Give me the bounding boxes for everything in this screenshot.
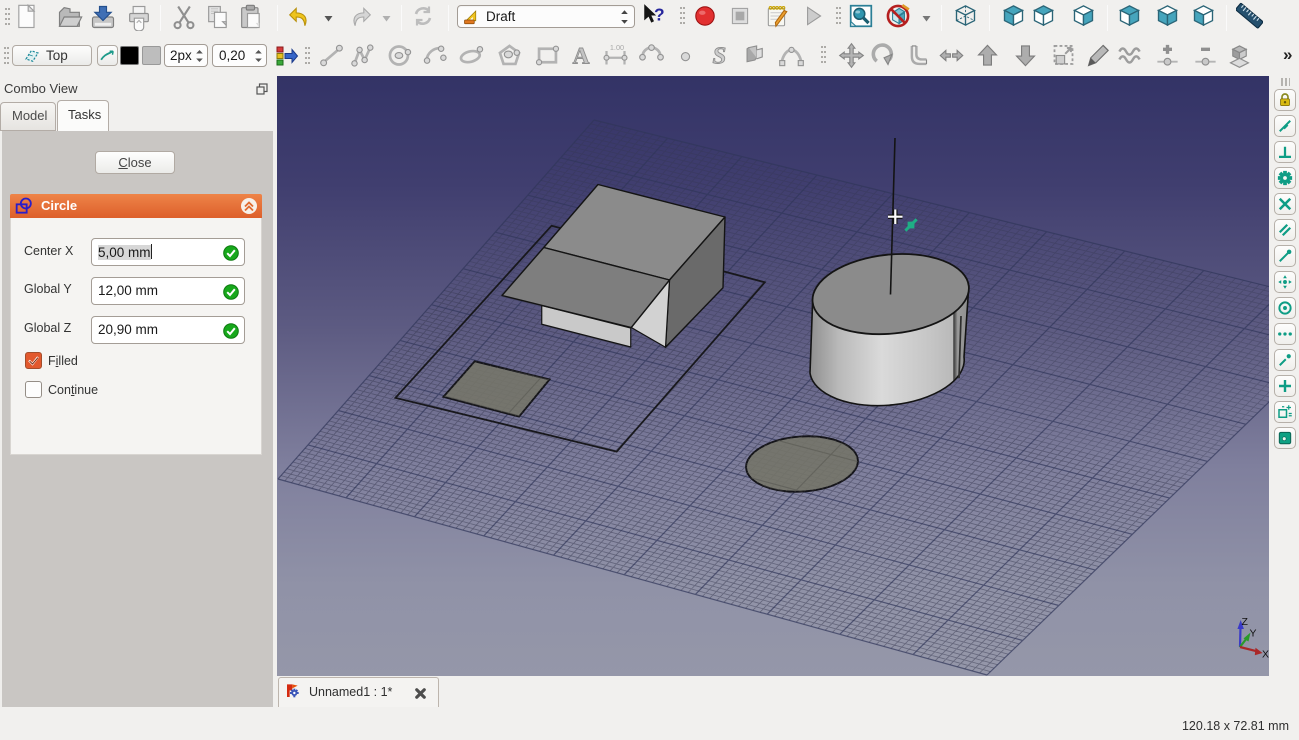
svg-text:Z: Z (1242, 616, 1249, 628)
svg-text:S: S (713, 42, 727, 69)
svg-text:X: X (1262, 649, 1269, 661)
svg-text:A: A (573, 43, 590, 69)
svg-text:Y: Y (1250, 628, 1257, 640)
svg-text:1.00: 1.00 (610, 43, 624, 52)
